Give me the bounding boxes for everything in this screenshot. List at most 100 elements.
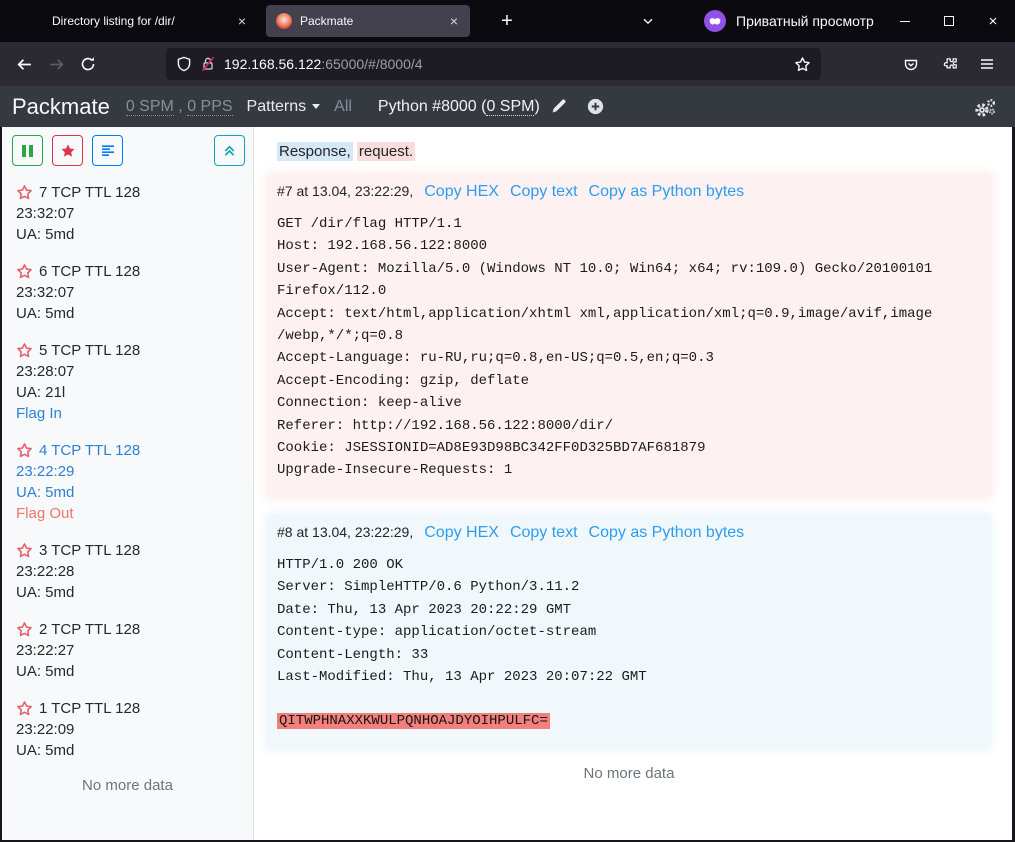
stream-item-2[interactable]: 2 TCP TTL 128 23:22:27 UA: 5md [16, 619, 239, 682]
traffic-stats: 0 SPM , 0 PPS [126, 98, 233, 116]
favorite-star-icon[interactable] [16, 263, 33, 280]
all-services-link[interactable]: All [334, 98, 352, 116]
reload-button[interactable] [72, 48, 104, 80]
patterns-dropdown[interactable]: Patterns [247, 98, 321, 116]
flag-in-link[interactable]: Flag In [16, 403, 239, 424]
url-text[interactable]: 192.168.56.122:65000/#/8000/4 [224, 56, 786, 72]
stream-title: 7 TCP TTL 128 [39, 182, 140, 203]
new-tab-button[interactable]: + [492, 6, 522, 36]
packet-card-response: #8 at 13.04, 23:22:29, Copy HEX Copy tex… [266, 514, 992, 749]
color-legend: Response, request. [277, 143, 992, 160]
stream-user-agent: UA: 5md [16, 303, 239, 324]
private-browsing-label: Приватный просмотр [736, 13, 874, 29]
favorite-star-icon[interactable] [16, 442, 33, 459]
insecure-lock-icon[interactable] [200, 56, 216, 72]
minimize-button[interactable] [883, 0, 927, 42]
stream-time: 23:22:28 [16, 561, 239, 582]
menu-hamburger-icon[interactable] [971, 48, 1003, 80]
copy-hex-link[interactable]: Copy HEX [424, 183, 499, 201]
copy-text-link[interactable]: Copy text [510, 524, 578, 542]
legend-response: Response, [277, 142, 353, 161]
pps-stat: 0 PPS [187, 98, 232, 116]
stream-user-agent: UA: 5md [16, 740, 239, 761]
settings-gears-icon[interactable] [973, 96, 997, 118]
service-spm: 0 SPM [486, 98, 534, 116]
legend-request: request. [357, 142, 415, 161]
stream-time: 23:32:07 [16, 282, 239, 303]
forward-button[interactable] [40, 48, 72, 80]
stream-item-1[interactable]: 1 TCP TTL 128 23:22:09 UA: 5md [16, 698, 239, 761]
copy-hex-link[interactable]: Copy HEX [424, 524, 499, 542]
stream-time: 23:22:29 [16, 461, 239, 482]
packet-card-request: #7 at 13.04, 23:22:29, Copy HEX Copy tex… [266, 173, 992, 498]
maximize-button[interactable] [927, 0, 971, 42]
copy-python-bytes-link[interactable]: Copy as Python bytes [589, 183, 745, 201]
stream-title: 3 TCP TTL 128 [39, 540, 140, 561]
flag-match-line: QITWPHNAXXKWULPQNHOAJDYOIHPULFC= [277, 710, 981, 732]
favorite-star-icon[interactable] [16, 184, 33, 201]
shield-icon[interactable] [176, 56, 192, 72]
add-service-plus-icon[interactable] [587, 98, 604, 115]
tab-close-icon[interactable]: × [446, 13, 462, 29]
favorite-star-icon[interactable] [16, 342, 33, 359]
toolbar-right-icons [895, 48, 1003, 80]
packet-header: #7 at 13.04, 23:22:29, [277, 183, 413, 199]
tab-bar: Directory listing for /dir/ × Packmate ×… [0, 0, 1015, 42]
close-button[interactable]: × [971, 0, 1015, 42]
tab-directory-listing[interactable]: Directory listing for /dir/ × [14, 5, 258, 37]
brand-title[interactable]: Packmate [12, 94, 110, 120]
url-host: 192.168.56.122 [224, 56, 321, 72]
stream-title: 1 TCP TTL 128 [39, 698, 140, 719]
favorite-star-icon[interactable] [16, 621, 33, 638]
packet-detail-pane: Response, request. #7 at 13.04, 23:22:29… [254, 127, 1012, 840]
service-tab-python-8000[interactable]: Python #8000 (0 SPM) [378, 98, 540, 116]
stream-user-agent: UA: 5md [16, 661, 239, 682]
tab-close-icon[interactable]: × [234, 13, 250, 29]
stream-item-5[interactable]: 5 TCP TTL 128 23:28:07 UA: 21l Flag In [16, 340, 239, 424]
sidebar-toolbar [2, 127, 253, 174]
pause-capture-button[interactable] [12, 135, 43, 166]
stream-user-agent: UA: 21l [16, 382, 239, 403]
pause-icon [22, 145, 33, 157]
spm-stat: 0 SPM [126, 98, 174, 116]
double-chevron-up-icon [222, 143, 237, 158]
stream-user-agent: UA: 5md [16, 582, 239, 603]
star-icon [60, 143, 76, 159]
copy-python-bytes-link[interactable]: Copy as Python bytes [589, 524, 745, 542]
collapse-sidebar-button[interactable] [214, 135, 245, 166]
packmate-favicon [276, 13, 292, 29]
stream-sidebar: 7 TCP TTL 128 23:32:07 UA: 5md 6 TCP TTL… [2, 127, 254, 840]
stream-list: 7 TCP TTL 128 23:32:07 UA: 5md 6 TCP TTL… [2, 174, 253, 840]
main-no-more-data: No more data [266, 765, 992, 782]
list-tabs-chevron-icon[interactable] [634, 7, 662, 35]
edit-service-pencil-icon[interactable] [550, 98, 567, 115]
packmate-header: Packmate 0 SPM , 0 PPS Patterns All Pyth… [0, 86, 1015, 127]
favorite-star-icon[interactable] [16, 542, 33, 559]
flag-value: QITWPHNAXXKWULPQNHOAJDYOIHPULFC= [277, 713, 550, 729]
stream-item-3[interactable]: 3 TCP TTL 128 23:22:28 UA: 5md [16, 540, 239, 603]
private-browsing-mask-icon [704, 10, 726, 32]
browser-window: Directory listing for /dir/ × Packmate ×… [0, 0, 1015, 842]
request-payload: GET /dir/flag HTTP/1.1 Host: 192.168.56.… [277, 213, 981, 482]
tab-packmate[interactable]: Packmate × [266, 5, 470, 37]
stream-title: 6 TCP TTL 128 [39, 261, 140, 282]
stream-item-4-selected[interactable]: 4 TCP TTL 128 23:22:29 UA: 5md Flag Out [16, 440, 239, 524]
copy-text-link[interactable]: Copy text [510, 183, 578, 201]
url-bar[interactable]: 192.168.56.122:65000/#/8000/4 [166, 48, 821, 80]
bookmark-star-icon[interactable] [794, 56, 811, 73]
flag-out-link[interactable]: Flag Out [16, 503, 239, 524]
window-controls: × [883, 0, 1015, 42]
favorites-filter-button[interactable] [52, 135, 83, 166]
url-path: :65000/#/8000/4 [321, 56, 422, 72]
pocket-icon[interactable] [895, 48, 927, 80]
navigation-toolbar: 192.168.56.122:65000/#/8000/4 [0, 42, 1015, 86]
back-button[interactable] [8, 48, 40, 80]
stream-item-6[interactable]: 6 TCP TTL 128 23:32:07 UA: 5md [16, 261, 239, 324]
stream-item-7[interactable]: 7 TCP TTL 128 23:32:07 UA: 5md [16, 182, 239, 245]
stream-time: 23:22:09 [16, 719, 239, 740]
stream-title: 2 TCP TTL 128 [39, 619, 140, 640]
list-view-button[interactable] [92, 135, 123, 166]
favorite-star-icon[interactable] [16, 700, 33, 717]
stream-user-agent: UA: 5md [16, 224, 239, 245]
extensions-puzzle-icon[interactable] [933, 48, 965, 80]
